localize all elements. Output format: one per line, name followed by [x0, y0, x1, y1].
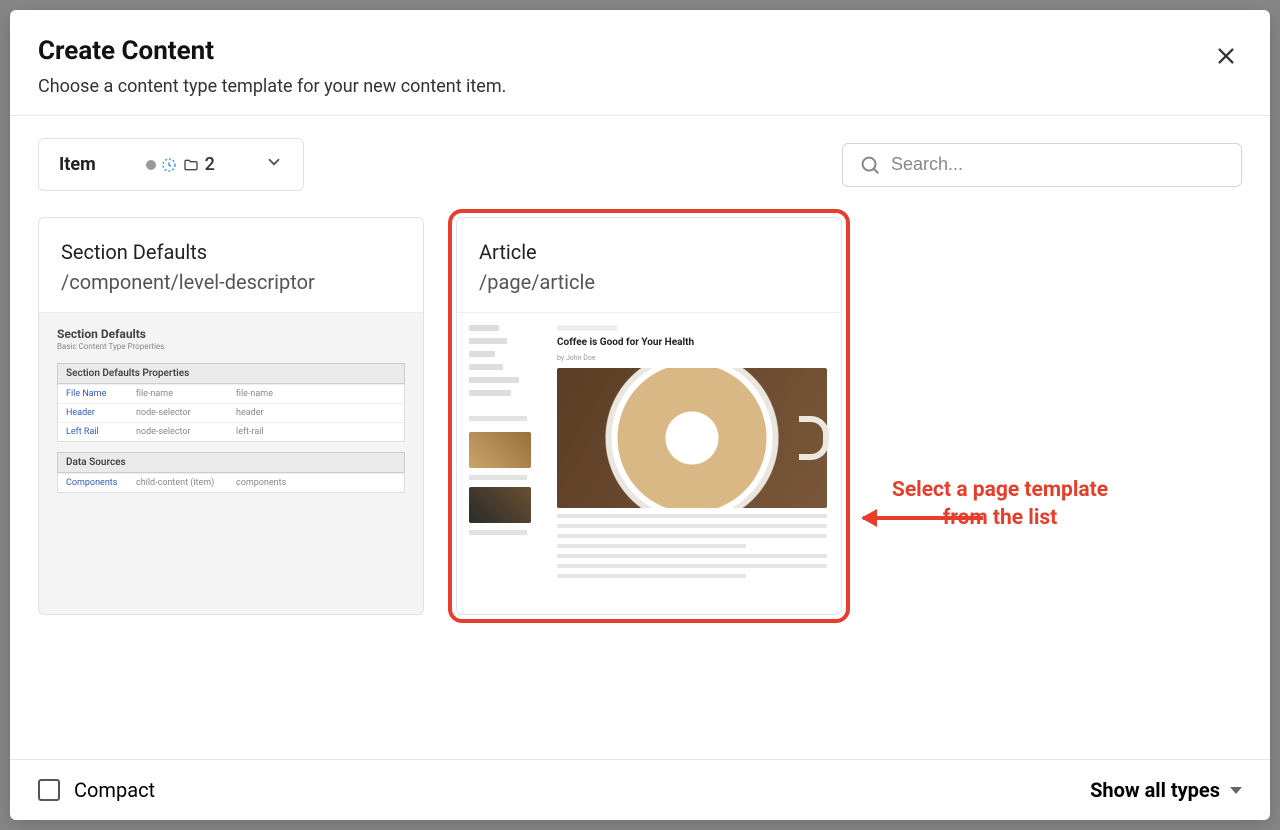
cell: file-name — [228, 385, 404, 403]
item-count: 2 — [205, 154, 215, 175]
card-path: /page/article — [479, 270, 819, 294]
folder-icon — [182, 157, 200, 173]
card-title: Article — [479, 240, 819, 264]
card-path: /component/level-descriptor — [61, 270, 401, 294]
compact-toggle[interactable]: Compact — [38, 778, 155, 802]
preview-table: File Namefile-namefile-name Headernode-s… — [57, 384, 405, 442]
item-selector-status: 2 — [146, 154, 215, 175]
cell: child-content (item) — [128, 474, 228, 492]
coffee-image-icon — [557, 368, 827, 508]
annotation-line: Select a page template — [870, 476, 1130, 504]
preview-main: Coffee is Good for Your Health by John D… — [551, 321, 833, 606]
article-preview-title: Coffee is Good for Your Health — [557, 337, 827, 348]
modal-title: Create Content — [38, 36, 1242, 66]
status-dot-icon — [146, 160, 156, 170]
preview-sub: Basic Content Type Properties — [57, 342, 405, 351]
thumbnail-icon — [469, 487, 531, 523]
search-field[interactable] — [842, 143, 1242, 187]
show-all-label: Show all types — [1090, 778, 1220, 802]
clock-icon — [161, 157, 177, 173]
thumbnail-icon — [469, 432, 531, 468]
cell: node-selector — [128, 404, 228, 422]
show-all-types-dropdown[interactable]: Show all types — [1090, 778, 1242, 802]
annotation-text: Select a page template from the list — [870, 476, 1130, 533]
modal-body: Item 2 — [10, 116, 1270, 759]
toolbar: Item 2 — [38, 138, 1242, 191]
preview-section-header: Section Defaults Properties — [57, 363, 405, 384]
cell: Components — [58, 474, 128, 492]
item-selector-label: Item — [59, 154, 96, 175]
preview-table: Componentschild-content (item)components — [57, 473, 405, 493]
cell: node-selector — [128, 423, 228, 441]
card-title: Section Defaults — [61, 240, 401, 264]
cell: Header — [58, 404, 128, 422]
close-button[interactable] — [1210, 40, 1242, 72]
card-preview: Coffee is Good for Your Health by John D… — [457, 313, 841, 614]
cell: Left Rail — [58, 423, 128, 441]
cell: left-rail — [228, 423, 404, 441]
card-header: Section Defaults /component/level-descri… — [39, 218, 423, 313]
modal-header: Create Content Choose a content type tem… — [10, 10, 1270, 116]
item-selector[interactable]: Item 2 — [38, 138, 304, 191]
cell: components — [228, 474, 404, 492]
cell: file-name — [128, 385, 228, 403]
template-card-section-defaults[interactable]: Section Defaults /component/level-descri… — [38, 217, 424, 615]
preview-sidebar — [465, 321, 543, 606]
cell: File Name — [58, 385, 128, 403]
annotation-line: from the list — [870, 504, 1130, 532]
preview-heading: Section Defaults — [57, 327, 405, 341]
card-preview: Section Defaults Basic Content Type Prop… — [39, 313, 423, 614]
search-icon — [859, 154, 881, 176]
chevron-down-icon — [265, 153, 283, 176]
cell: header — [228, 404, 404, 422]
card-header: Article /page/article — [457, 218, 841, 313]
compact-checkbox[interactable] — [38, 779, 60, 801]
template-card-article[interactable]: Article /page/article — [456, 217, 842, 615]
create-content-modal: Create Content Choose a content type tem… — [10, 10, 1270, 820]
modal-subtitle: Choose a content type template for your … — [38, 76, 1242, 97]
modal-footer: Compact Show all types — [10, 759, 1270, 820]
close-icon — [1215, 45, 1237, 67]
article-preview-byline: by John Doe — [557, 354, 827, 362]
template-cards: Section Defaults /component/level-descri… — [38, 217, 1242, 615]
search-input[interactable] — [891, 154, 1225, 175]
compact-label: Compact — [74, 778, 155, 802]
preview-section-header: Data Sources — [57, 452, 405, 473]
caret-down-icon — [1230, 787, 1242, 794]
